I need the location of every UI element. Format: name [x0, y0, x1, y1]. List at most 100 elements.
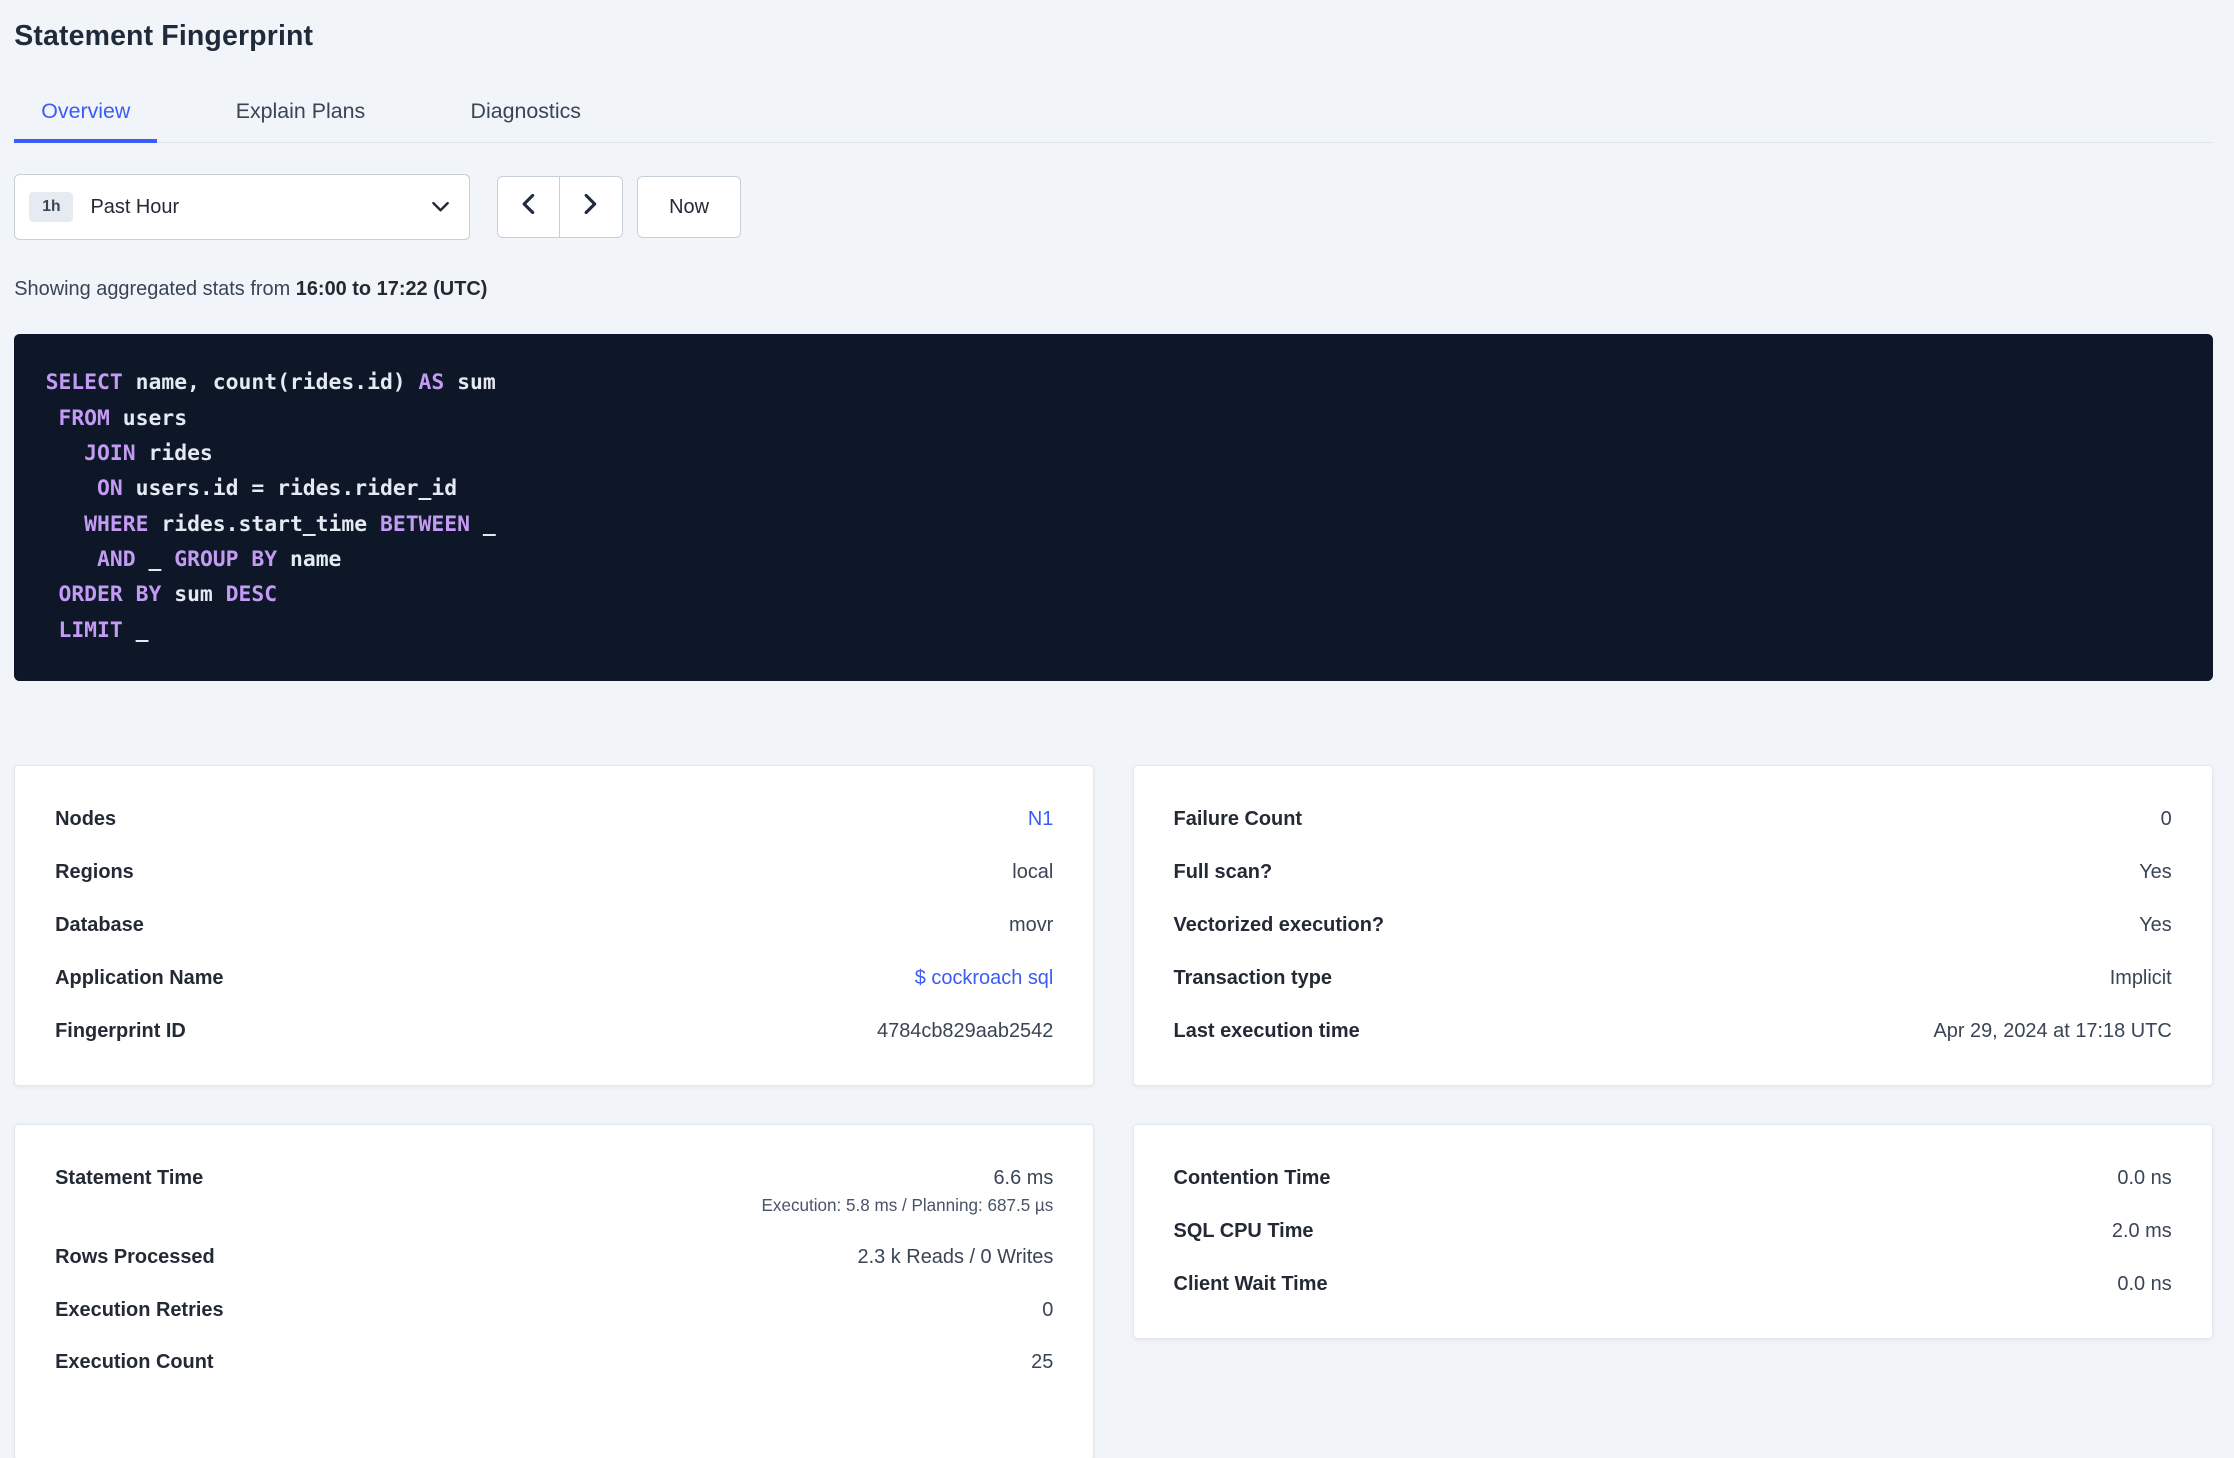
row-label: Execution Retries: [55, 1298, 224, 1321]
row-label: Last execution time: [1173, 1019, 1360, 1042]
row-subvalue: Execution: 5.8 ms / Planning: 687.5 µs: [761, 1195, 1054, 1215]
row-value-link[interactable]: N1: [1028, 808, 1054, 831]
row-value: 0.0 ns: [2117, 1272, 2172, 1295]
card-row: SQL CPU Time 2.0 ms: [1174, 1205, 2172, 1258]
row-value-wrap: Implicit: [2110, 967, 2172, 990]
row-value: Yes: [2139, 860, 2172, 883]
row-label: Failure Count: [1173, 807, 1303, 830]
sql-line: ORDER BY sum DESC: [58, 582, 278, 608]
sql-statement-box: SELECT name, count(rides.id) AS sum FROM…: [14, 334, 2213, 681]
tab-explain-plans[interactable]: Explain Plans: [209, 87, 393, 143]
row-value: movr: [1009, 913, 1054, 936]
card-row: Execution Retries 0: [55, 1284, 1053, 1337]
row-value: 0: [2160, 807, 2172, 830]
chevron-down-icon: [432, 196, 449, 218]
now-button[interactable]: Now: [636, 175, 742, 239]
row-label: Transaction type: [1173, 966, 1332, 989]
row-value: 4784cb829aab2542: [877, 1019, 1054, 1042]
statement-fingerprint-page: Statement Fingerprint Overview Explain P…: [0, 0, 2234, 1458]
chevron-left-icon: [522, 194, 535, 220]
time-range-badge: 1h: [29, 192, 74, 222]
row-value-wrap: $ cockroach sql: [915, 967, 1054, 990]
next-time-button[interactable]: [559, 175, 623, 239]
row-value-wrap: 0: [1042, 1299, 1053, 1322]
card-row: Transaction type Implicit: [1174, 952, 2172, 1005]
row-label: Nodes: [55, 807, 117, 830]
row-value-wrap: 2.0 ms: [2112, 1220, 2172, 1243]
row-label: Statement Time: [55, 1167, 204, 1190]
row-label: Contention Time: [1173, 1167, 1331, 1190]
row-value: Implicit: [2109, 966, 2172, 989]
row-label: Full scan?: [1173, 860, 1273, 883]
time-controls: 1h Past Hour Now: [14, 174, 2212, 240]
row-label: Execution Count: [55, 1351, 214, 1374]
row-value-wrap: 6.6 ms Execution: 5.8 ms / Planning: 687.…: [762, 1167, 1054, 1216]
tab-bar: Overview Explain Plans Diagnostics: [14, 87, 2213, 144]
card-row: Nodes N1: [55, 793, 1053, 846]
execution-attributes-card: Failure Count 0 Full scan? Yes Vectorized ex…: [1132, 764, 2213, 1086]
row-value: 2.0 ms: [2111, 1219, 2172, 1242]
stats-range: 16:00 to 17:22 (UTC): [295, 278, 488, 301]
row-value: 6.6 ms: [993, 1167, 1054, 1190]
card-row: Rows Processed 2.3 k Reads / 0 Writes: [55, 1231, 1053, 1284]
time-range-label: Past Hour: [90, 195, 180, 218]
statement-times-card: Statement Time 6.6 ms Execution: 5.8 ms / …: [14, 1124, 1095, 1458]
row-value-wrap: 4784cb829aab2542: [877, 1020, 1053, 1043]
row-label: Rows Processed: [55, 1245, 215, 1268]
row-value: 2.3 k Reads / 0 Writes: [857, 1245, 1054, 1268]
card-row: Full scan? Yes: [1174, 846, 2172, 899]
row-value: Yes: [2139, 913, 2172, 936]
time-range-dropdown[interactable]: 1h Past Hour: [14, 174, 471, 240]
sql-line: LIMIT _: [58, 617, 149, 643]
card-row: Failure Count 0: [1174, 793, 2172, 846]
row-label: Client Wait Time: [1173, 1272, 1328, 1295]
row-label: Database: [55, 913, 144, 936]
tab-diagnostics[interactable]: Diagnostics: [443, 87, 608, 143]
row-value-wrap: Apr 29, 2024 at 17:18 UTC: [1933, 1020, 2171, 1043]
row-value-wrap: 2.3 k Reads / 0 Writes: [858, 1246, 1054, 1269]
row-value: 0: [1042, 1298, 1054, 1321]
time-step-buttons: [497, 175, 623, 239]
page-title: Statement Fingerprint: [14, 19, 314, 52]
row-value: 25: [1031, 1351, 1054, 1374]
prev-time-button[interactable]: [497, 175, 560, 239]
card-row: Fingerprint ID 4784cb829aab2542: [55, 1005, 1053, 1058]
viewport: Statement Fingerprint Overview Explain P…: [0, 0, 2234, 1458]
tab-overview[interactable]: Overview: [14, 87, 158, 144]
card-row: Execution Count 25: [55, 1336, 1053, 1389]
sql-line: SELECT name, count(rides.id) AS sum: [45, 370, 496, 396]
sql-line: FROM users: [58, 405, 188, 431]
row-label: Vectorized execution?: [1173, 913, 1385, 936]
sql-line: WHERE rides.start_time BETWEEN _: [84, 511, 496, 537]
row-value-wrap: local: [1012, 861, 1053, 884]
row-value: local: [1012, 860, 1054, 883]
row-label: Regions: [55, 860, 134, 883]
row-value-wrap: N1: [1028, 808, 1054, 831]
card-row: Database movr: [55, 899, 1053, 952]
row-value: 0.0 ns: [2117, 1167, 2172, 1190]
row-value-wrap: movr: [1009, 914, 1053, 937]
row-value-wrap: Yes: [2139, 914, 2172, 937]
card-row: Statement Time 6.6 ms Execution: 5.8 ms / …: [55, 1152, 1053, 1231]
card-row: Last execution time Apr 29, 2024 at 17:18…: [1174, 1005, 2172, 1058]
row-value-wrap: 25: [1031, 1351, 1053, 1374]
statement-details-card: Nodes N1 Regions local Database movr Applicati…: [14, 764, 1095, 1086]
sql-line: ON users.id = rides.rider_id: [97, 476, 458, 502]
row-value-wrap: 0.0 ns: [2117, 1167, 2171, 1190]
row-value-link[interactable]: $ cockroach sql: [915, 967, 1054, 990]
row-label: SQL CPU Time: [1173, 1219, 1314, 1242]
card-row: Contention Time 0.0 ns: [1174, 1152, 2172, 1205]
row-value-wrap: Yes: [2139, 861, 2172, 884]
card-row: Vectorized execution? Yes: [1174, 899, 2172, 952]
card-row: Client Wait Time 0.0 ns: [1174, 1258, 2172, 1311]
sql-line: JOIN rides: [84, 441, 213, 467]
card-row: Regions local: [55, 846, 1053, 899]
row-value-wrap: 0.0 ns: [2117, 1273, 2171, 1296]
row-label: Application Name: [55, 966, 224, 989]
sql-line: AND _ GROUP BY name: [97, 547, 342, 573]
chevron-right-icon: [584, 194, 597, 220]
row-value: Apr 29, 2024 at 17:18 UTC: [1933, 1019, 2172, 1042]
card-row: Application Name $ cockroach sql: [55, 952, 1053, 1005]
row-label: Fingerprint ID: [55, 1019, 186, 1042]
stats-prefix: Showing aggregated stats from: [14, 278, 291, 301]
